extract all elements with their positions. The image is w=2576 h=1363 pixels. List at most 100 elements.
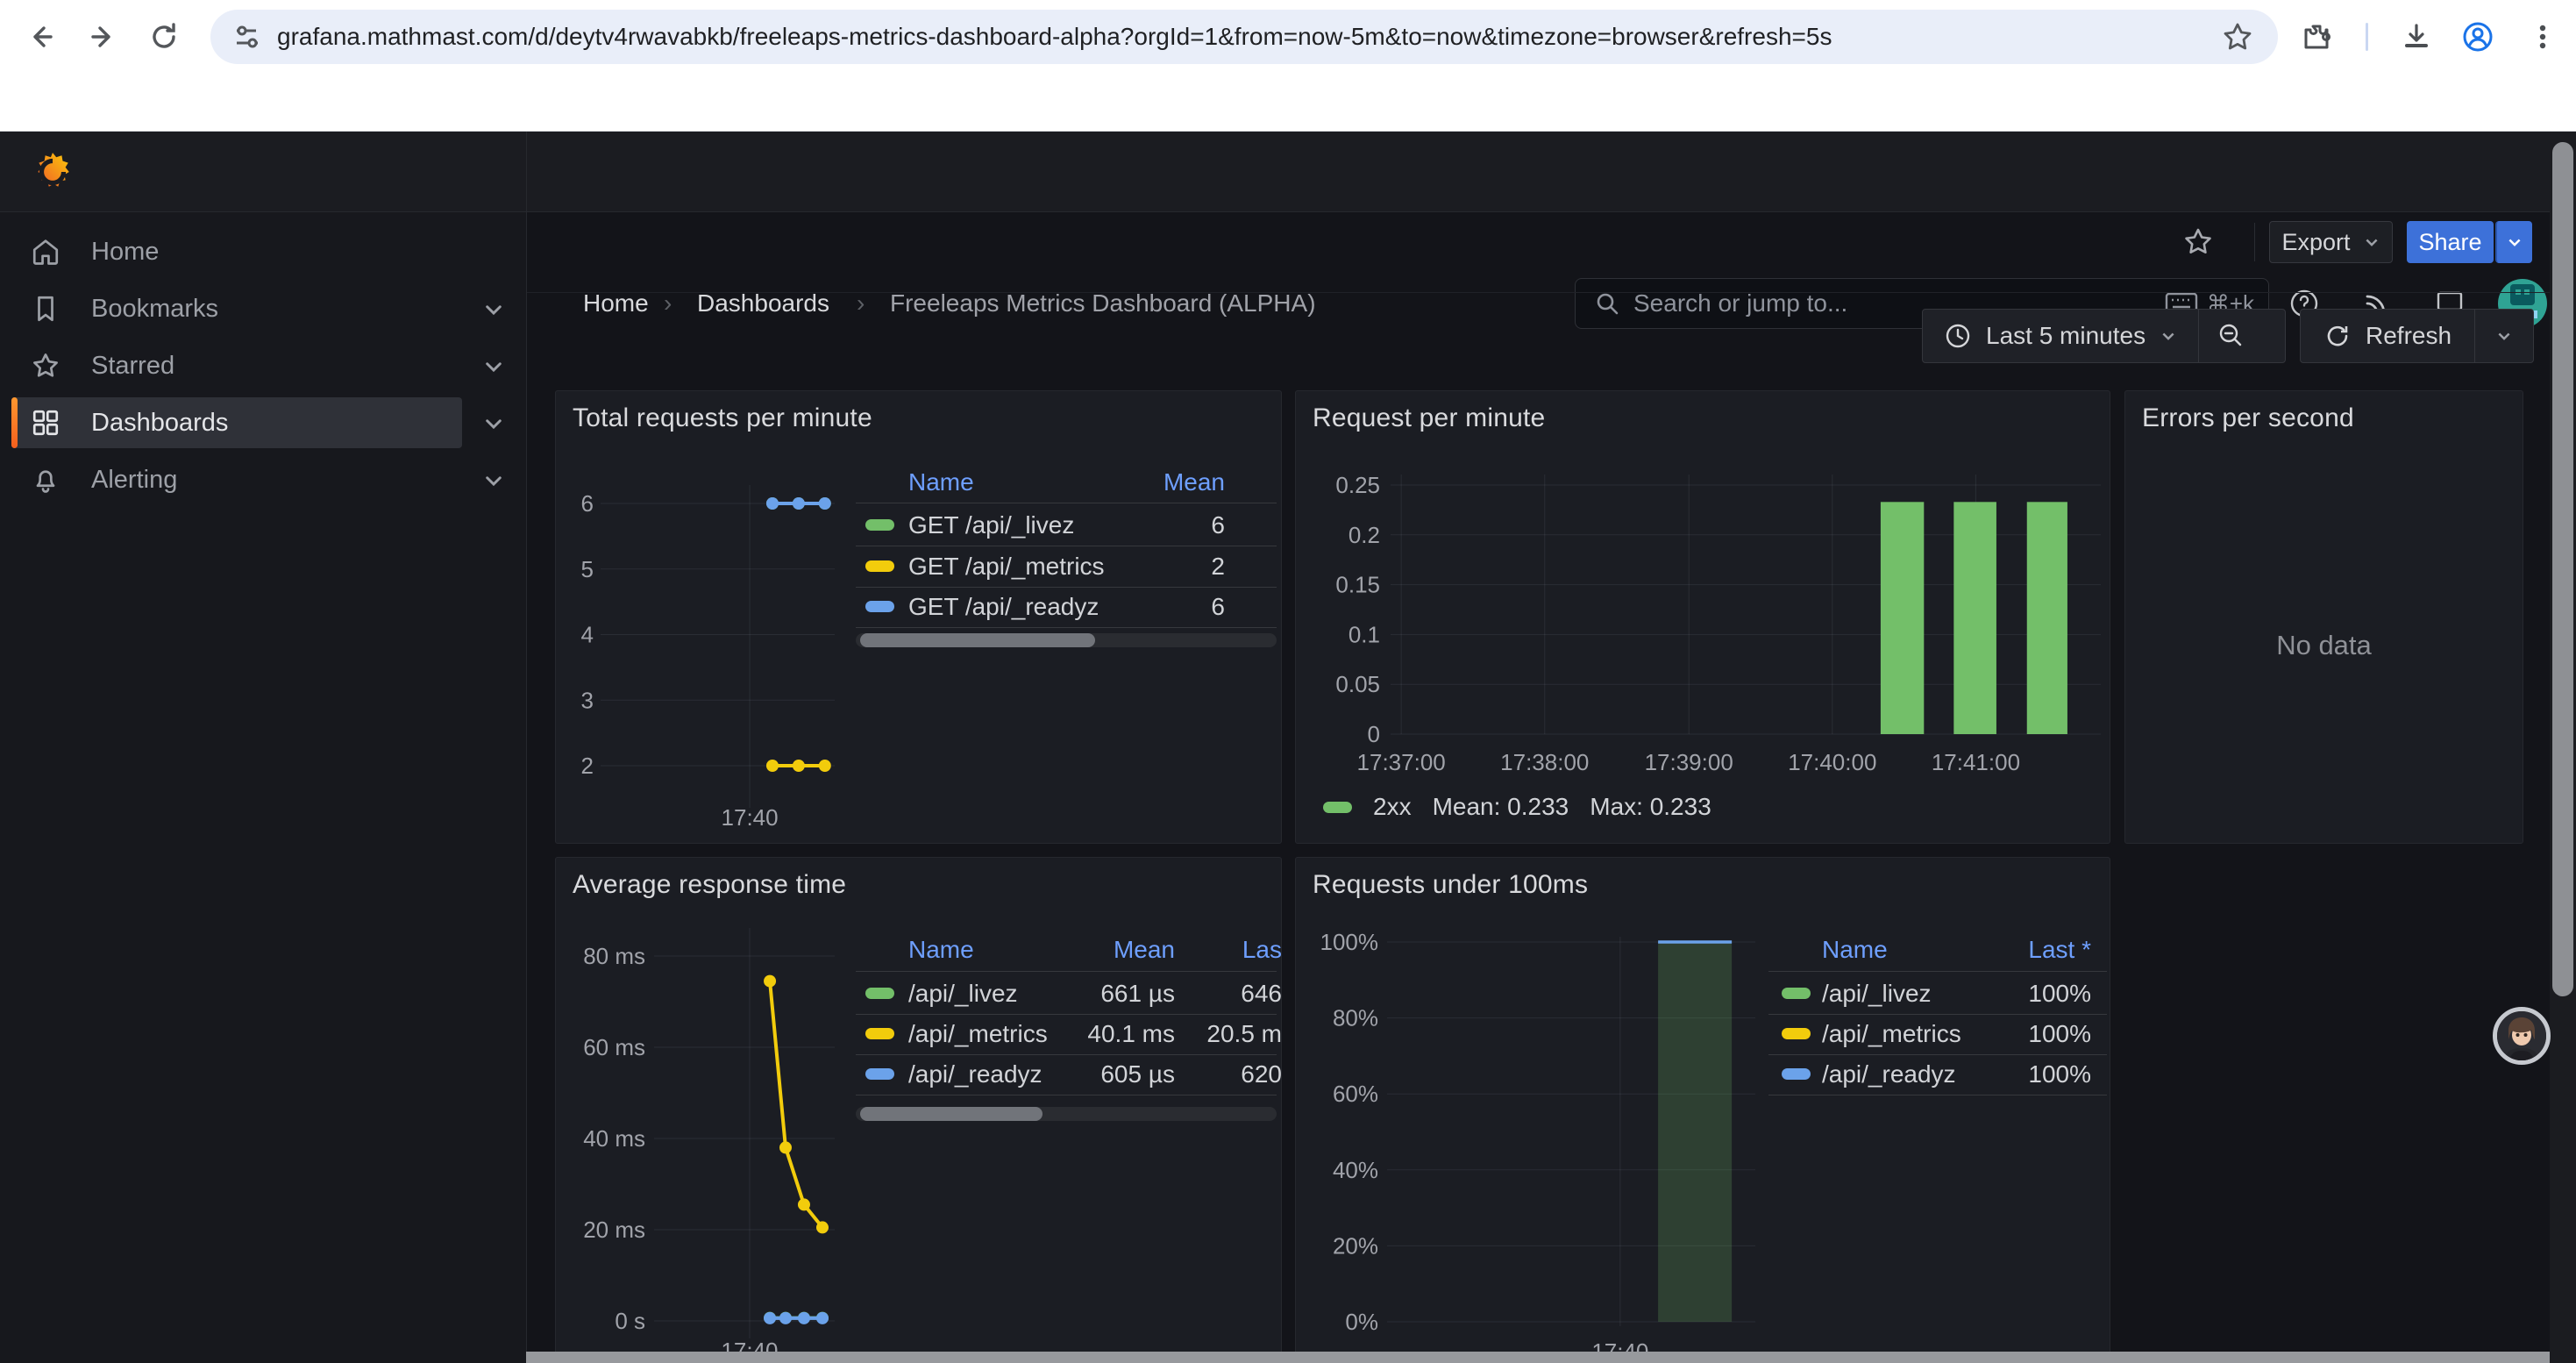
legend-row-divider bbox=[856, 1014, 1277, 1015]
svg-text:17:39:00: 17:39:00 bbox=[1645, 749, 1733, 775]
refresh-interval-dropdown[interactable] bbox=[2475, 310, 2533, 362]
breadcrumb-separator: › bbox=[664, 289, 672, 318]
svg-text:0.15: 0.15 bbox=[1335, 572, 1380, 598]
chevron-down-icon[interactable] bbox=[482, 469, 505, 492]
chevron-down-icon[interactable] bbox=[482, 298, 505, 321]
assistant-avatar-widget[interactable] bbox=[2493, 1007, 2551, 1065]
legend-value: 646 bbox=[556, 978, 1282, 1010]
grid-icon bbox=[30, 407, 61, 439]
svg-text:17:37:00: 17:37:00 bbox=[1357, 749, 1446, 775]
refresh-label: Refresh bbox=[2366, 322, 2451, 350]
breadcrumb-dashboards[interactable]: Dashboards bbox=[697, 289, 829, 318]
export-label: Export bbox=[2281, 229, 2350, 256]
share-label: Share bbox=[2418, 229, 2481, 256]
menu-kebab-icon[interactable] bbox=[2525, 19, 2560, 54]
legend-row-divider bbox=[1768, 1054, 2107, 1055]
time-range-label: Last 5 minutes bbox=[1986, 322, 2145, 350]
legend-header-stat[interactable]: Mean bbox=[556, 467, 1225, 498]
vertical-scrollbar-thumb[interactable] bbox=[2552, 142, 2573, 996]
series-toggle-pill[interactable] bbox=[1323, 802, 1352, 813]
legend-scrollbar-thumb[interactable] bbox=[860, 1107, 1042, 1121]
sidebar-item-label: Alerting bbox=[91, 466, 177, 495]
breadcrumb-current: Freeleaps Metrics Dashboard (ALPHA) bbox=[890, 289, 1316, 318]
browser-toolbar: grafana.mathmast.com/d/deytv4rwavabkb/fr… bbox=[0, 0, 2576, 74]
legend-header-stat[interactable]: Last * bbox=[1296, 934, 2091, 966]
sidebar-item-label: Home bbox=[91, 238, 159, 267]
time-range-picker[interactable]: Last 5 minutes bbox=[1923, 310, 2198, 362]
forward-icon[interactable] bbox=[83, 18, 122, 56]
export-button[interactable]: Export bbox=[2269, 221, 2393, 263]
legend-value: 100% bbox=[1296, 1018, 2091, 1050]
sidebar-item-bookmarks[interactable]: Bookmarks bbox=[0, 283, 526, 334]
bookmarks-bar: Freeleaps 收藏博客 bbox=[0, 74, 2576, 132]
chevron-down-icon[interactable] bbox=[482, 355, 505, 378]
refresh-button[interactable]: Refresh bbox=[2301, 310, 2474, 362]
clock-icon bbox=[1944, 322, 1972, 350]
legend-series-name[interactable]: 2xx bbox=[1373, 793, 1412, 821]
sidebar-item-label: Bookmarks bbox=[91, 295, 218, 324]
legend-row-divider bbox=[1768, 971, 2107, 972]
legend-max-stat: Max: 0.233 bbox=[1590, 793, 1711, 821]
svg-text:0 s: 0 s bbox=[615, 1308, 645, 1334]
profile-icon[interactable] bbox=[2460, 19, 2495, 54]
url-address-bar[interactable]: grafana.mathmast.com/d/deytv4rwavabkb/fr… bbox=[210, 10, 2278, 64]
legend-row-divider bbox=[856, 627, 1277, 628]
sidebar-item-starred[interactable]: Starred bbox=[0, 340, 526, 391]
panel-errors-per-second: Errors per second No data bbox=[2124, 390, 2523, 844]
panel-average-response-time: Average response time 80 ms60 ms40 ms20 … bbox=[555, 857, 1282, 1363]
sidebar-item-label: Starred bbox=[91, 352, 174, 381]
panel-requests-under-100ms: Requests under 100ms 100%80%60%40%20%0%1… bbox=[1295, 857, 2110, 1363]
extensions-icon[interactable] bbox=[2299, 19, 2334, 54]
refresh-controls: Refresh bbox=[2300, 309, 2534, 363]
refresh-sync-icon bbox=[2323, 322, 2352, 350]
share-button[interactable]: Share bbox=[2407, 221, 2494, 263]
panel-total-requests: Total requests per minute 6543217:40 Nam… bbox=[555, 390, 1282, 844]
svg-text:17:40:00: 17:40:00 bbox=[1788, 749, 1876, 775]
chevron-down-icon[interactable] bbox=[482, 412, 505, 435]
svg-text:0%: 0% bbox=[1345, 1309, 1378, 1335]
sidebar-item-alerting[interactable]: Alerting bbox=[0, 454, 526, 505]
share-dropdown-button[interactable] bbox=[2495, 221, 2532, 263]
legend-mean-stat: Mean: 0.233 bbox=[1433, 793, 1569, 821]
svg-text:3: 3 bbox=[581, 687, 594, 713]
legend-value: 20.5 m bbox=[556, 1018, 1282, 1050]
favorite-star-icon[interactable] bbox=[2181, 225, 2215, 259]
sidebar-item-label: Dashboards bbox=[91, 409, 228, 438]
grafana-logo[interactable] bbox=[32, 151, 74, 193]
scrollbar-corner bbox=[2550, 1352, 2576, 1363]
legend-value: 6 bbox=[556, 591, 1225, 623]
reload-icon[interactable] bbox=[145, 18, 183, 56]
subheader-divider-line bbox=[527, 292, 2550, 293]
legend-row-divider bbox=[856, 1054, 1277, 1055]
toolbar-separator bbox=[2366, 23, 2368, 51]
legend-scrollbar[interactable] bbox=[856, 1107, 1277, 1121]
legend-value: 100% bbox=[1296, 978, 2091, 1010]
bookmark-star-icon[interactable] bbox=[2220, 19, 2255, 54]
bookmark-icon bbox=[30, 293, 61, 325]
subheader-divider bbox=[2254, 223, 2255, 261]
svg-text:2: 2 bbox=[581, 753, 594, 779]
site-settings-icon[interactable] bbox=[230, 19, 265, 54]
sidebar-item-home[interactable]: Home bbox=[0, 226, 526, 277]
svg-text:17:41:00: 17:41:00 bbox=[1932, 749, 2020, 775]
svg-text:40 ms: 40 ms bbox=[583, 1125, 645, 1152]
url-text[interactable]: grafana.mathmast.com/d/deytv4rwavabkb/fr… bbox=[277, 23, 2220, 51]
sidebar-nav: Home Bookmarks Starred Dashboards Al bbox=[0, 212, 526, 1363]
svg-text:0.2: 0.2 bbox=[1348, 522, 1380, 548]
legend-scrollbar[interactable] bbox=[856, 633, 1277, 647]
panel-title[interactable]: Errors per second bbox=[2142, 403, 2354, 433]
sidebar-item-dashboards[interactable]: Dashboards bbox=[0, 397, 526, 448]
horizontal-scrollbar[interactable] bbox=[526, 1352, 2550, 1363]
legend-scrollbar-thumb[interactable] bbox=[860, 633, 1095, 647]
sidebar-divider bbox=[526, 132, 527, 1363]
zoom-out-button[interactable] bbox=[2199, 310, 2262, 362]
active-indicator bbox=[11, 397, 18, 448]
panel-request-per-minute: Request per minute 0.250.20.150.10.05017… bbox=[1295, 390, 2110, 844]
legend-header-stat[interactable]: Las bbox=[556, 934, 1282, 966]
svg-text:17:38:00: 17:38:00 bbox=[1500, 749, 1589, 775]
download-icon[interactable] bbox=[2399, 19, 2434, 54]
back-icon[interactable] bbox=[22, 18, 60, 56]
svg-text:4: 4 bbox=[581, 622, 594, 648]
svg-text:0.05: 0.05 bbox=[1335, 671, 1380, 697]
breadcrumb-home[interactable]: Home bbox=[583, 289, 649, 318]
